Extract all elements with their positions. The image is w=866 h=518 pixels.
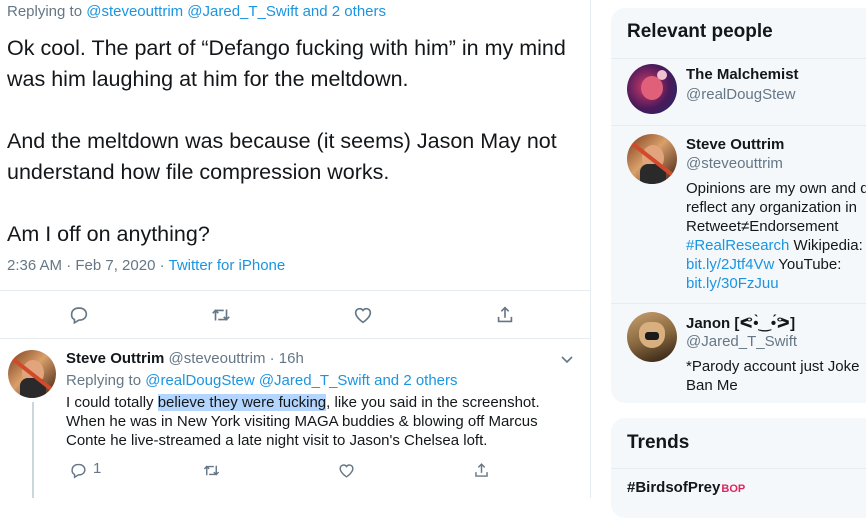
bio-link[interactable]: bit.ly/30FzJuu — [686, 275, 779, 292]
reply-count: 1 — [93, 460, 102, 477]
replying-to-users-link[interactable]: @steveouttrim @Jared_T_Swift — [86, 3, 298, 20]
share-icon[interactable] — [469, 458, 493, 482]
trends-title: Trends — [627, 432, 690, 453]
replying-to: Replying to @realDougStew @Jared_T_Swift… — [66, 372, 458, 389]
text-selection: believe they were fucking — [157, 394, 327, 411]
hashtag-link[interactable]: #RealResearch — [686, 237, 789, 254]
relevant-people-title: Relevant people — [627, 21, 773, 42]
person-name[interactable]: The Malchemist — [686, 66, 799, 83]
replying-to-others-link[interactable]: 2 others — [403, 372, 457, 389]
person-handle[interactable]: @realDougStew — [686, 86, 795, 103]
divider — [0, 290, 590, 291]
divider — [611, 468, 866, 469]
trend-item[interactable]: #BirdsofPreyBOP — [627, 479, 745, 496]
author-handle[interactable]: @steveouttrim — [169, 350, 266, 367]
retweet-icon[interactable] — [209, 303, 233, 327]
replying-to: Replying to @steveouttrim @Jared_T_Swift… — [7, 3, 386, 20]
reply-text: I could totally believe they were fuckin… — [66, 394, 540, 449]
tweet-timestamp: 2:36 AM · Feb 7, 2020 · Twitter for iPho… — [7, 257, 285, 274]
person-name[interactable]: Janon [ᕙ•̀‿•́ᕗ] — [686, 314, 795, 332]
avatar[interactable] — [627, 64, 677, 114]
reply-icon[interactable] — [66, 458, 90, 482]
reply-header: Steve Outtrim @steveouttrim · 16h — [66, 350, 304, 367]
divider — [0, 338, 590, 339]
person-name[interactable]: Steve Outtrim — [686, 136, 784, 153]
thread-line — [32, 402, 34, 498]
share-icon[interactable] — [493, 303, 517, 327]
person-handle[interactable]: @Jared_T_Swift — [686, 333, 797, 350]
chevron-down-icon[interactable] — [560, 353, 574, 367]
replying-to-users-link[interactable]: @realDougStew @Jared_T_Swift — [145, 372, 370, 389]
heart-icon[interactable] — [334, 458, 358, 482]
person-handle[interactable]: @steveouttrim — [686, 155, 783, 172]
avatar[interactable] — [8, 350, 56, 398]
avatar[interactable] — [627, 312, 677, 362]
tweet-source-link[interactable]: Twitter for iPhone — [169, 257, 286, 274]
heart-icon[interactable] — [351, 303, 375, 327]
tweet-text: Ok cool. The part of “Defango fucking wi… — [7, 36, 566, 246]
divider — [611, 303, 866, 304]
reply-icon[interactable] — [67, 303, 91, 327]
divider — [611, 125, 866, 126]
replying-to-others-link[interactable]: 2 others — [332, 3, 386, 20]
reply-time[interactable]: · 16h — [270, 350, 304, 367]
tweet-time[interactable]: 2:36 AM · Feb 7, 2020 · — [7, 257, 165, 274]
bio-link[interactable]: bit.ly/2Jtf4Vw — [686, 256, 774, 273]
author-name[interactable]: Steve Outtrim — [66, 350, 164, 367]
trend-emoji-badge: BOP — [721, 483, 746, 495]
person-bio: Opinions are my own and d reflect any or… — [686, 180, 866, 292]
tweet-column: Replying to @steveouttrim @Jared_T_Swift… — [0, 0, 591, 498]
person-bio: *Parody account just Joke Ban Me — [686, 358, 860, 394]
divider — [611, 58, 866, 59]
retweet-icon[interactable] — [199, 458, 223, 482]
avatar[interactable] — [627, 134, 677, 184]
